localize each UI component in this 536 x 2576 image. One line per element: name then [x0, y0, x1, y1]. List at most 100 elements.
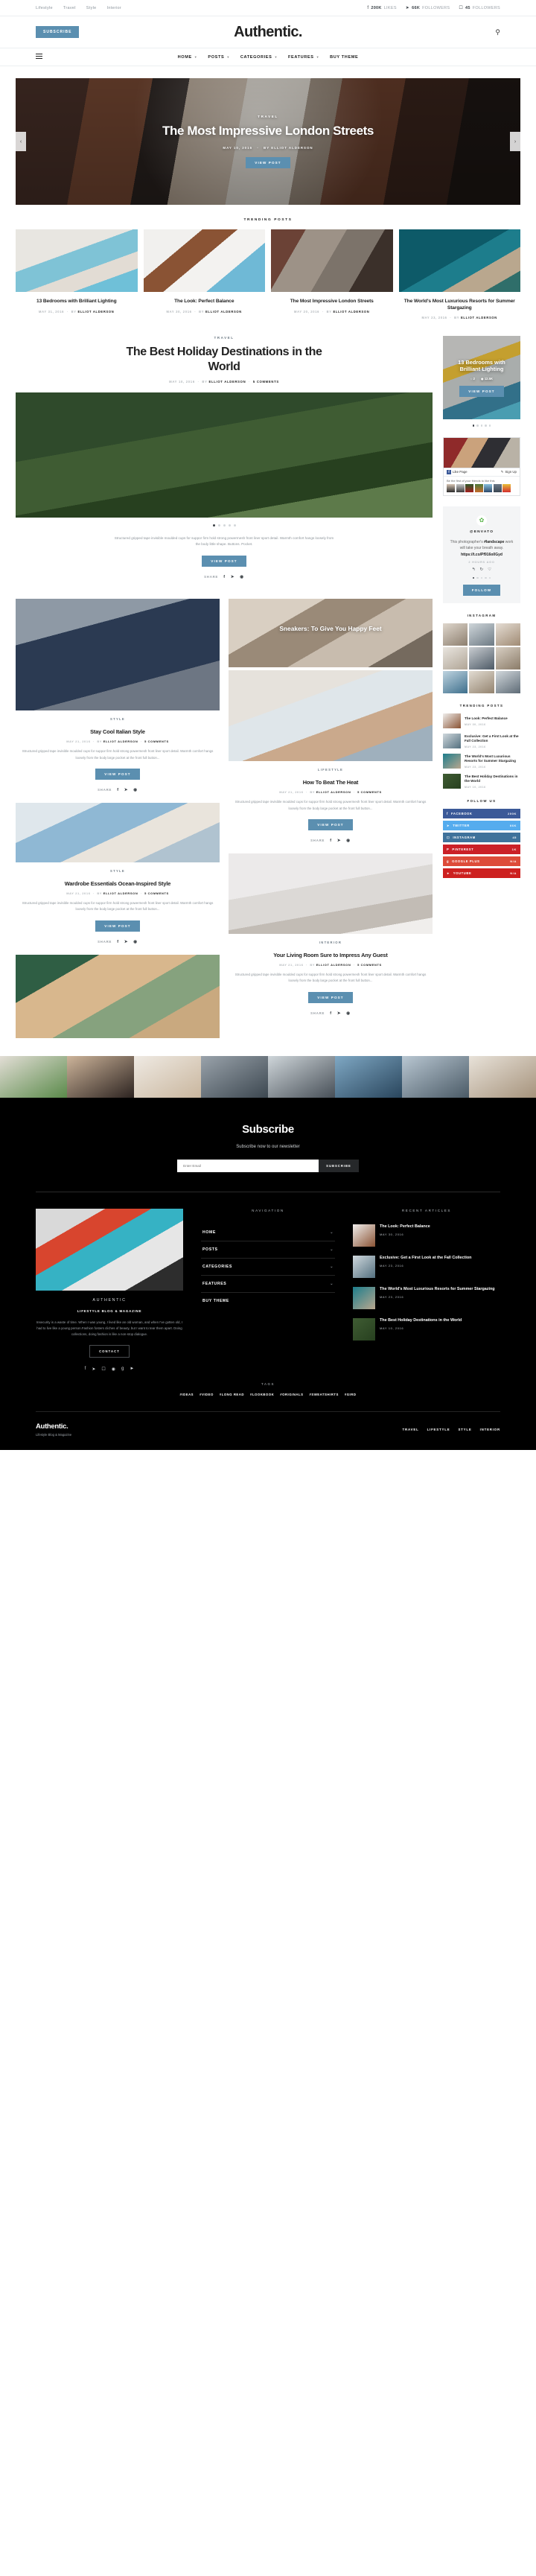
instagram-strip-thumb[interactable] [0, 1055, 67, 1098]
post-author[interactable]: ELLIOT ALDERSON [316, 790, 351, 794]
facebook-icon[interactable]: f [330, 1011, 332, 1016]
post-title[interactable]: Stay Cool Italian Style [19, 728, 217, 736]
youtube-icon[interactable]: ► [130, 1367, 134, 1372]
twitter-icon[interactable]: ➤ [337, 839, 341, 843]
slider-dot[interactable] [233, 524, 236, 527]
twitter-icon[interactable]: ➤ [337, 1011, 341, 1016]
nav-item-categories[interactable]: CATEGORIES ▼ [240, 55, 278, 60]
instagram-stat[interactable]: ☐ 45 FOLLOWERS [459, 5, 500, 11]
sidebar-featured-card[interactable]: 13 Bedrooms with Brilliant Lighting ○ 2 … [443, 336, 520, 420]
footer-contact-button[interactable]: CONTACT [89, 1344, 130, 1358]
post-view-post-button[interactable]: VIEW POST [95, 920, 140, 932]
sidebar-trending-item[interactable]: Exclusive: Get a First Look at the Fall … [443, 734, 520, 749]
post-category[interactable]: STYLE [16, 717, 220, 721]
instagram-thumb[interactable] [469, 623, 494, 646]
footer-nav-item-features[interactable]: FEATURES ⌄ [201, 1276, 335, 1293]
tag-item[interactable]: #LOOKBOOK [250, 1393, 274, 1396]
subscribe-button[interactable]: SUBSCRIBE [36, 26, 80, 38]
post-comments[interactable]: 5 COMMENTS [144, 891, 169, 895]
trending-author[interactable]: ELLIOT ALDERSON [205, 310, 242, 314]
twitter-icon[interactable]: ➤ [124, 940, 128, 944]
trending-card[interactable]: The Look: Perfect Balance MAY 30, 2016 ·… [143, 229, 265, 319]
footer-link-style[interactable]: STYLE [458, 1428, 471, 1431]
trending-title[interactable]: The Look: Perfect Balance [148, 299, 261, 305]
follow-row-google-plus[interactable]: g GOOGLE PLUS N/A [443, 856, 520, 867]
trending-item-title[interactable]: The World's Most Luxurious Resorts for S… [465, 754, 520, 763]
slider-dot[interactable] [480, 424, 483, 427]
follow-row-facebook[interactable]: f FACEBOOK 200K [443, 809, 520, 819]
instagram-strip-thumb[interactable] [67, 1055, 134, 1098]
slider-dot[interactable] [488, 576, 491, 579]
pinterest-icon[interactable]: ◉ [240, 575, 244, 579]
pinterest-icon[interactable]: ◉ [112, 1367, 115, 1372]
follow-row-twitter[interactable]: ➤ TWITTER 66K [443, 821, 520, 831]
heart-icon[interactable]: ♡ [488, 567, 491, 572]
trending-card[interactable]: The Most Impressive London Streets MAY 2… [271, 229, 393, 319]
post-comments[interactable]: 5 COMMENTS [144, 740, 169, 743]
twitter-follow-button[interactable]: FOLLOW [462, 585, 501, 597]
featured-comments[interactable]: 5 COMMENTS [253, 380, 279, 384]
facebook-icon[interactable]: f [330, 839, 332, 843]
tag-item[interactable]: #ORIGINALS [280, 1393, 303, 1396]
footer-nav-item-categories[interactable]: CATEGORIES ⌄ [201, 1259, 335, 1276]
trending-card[interactable]: 13 Bedrooms with Brilliant Lighting MAY … [16, 229, 138, 319]
twitter-icon[interactable]: ➤ [231, 575, 234, 579]
recent-item-title[interactable]: The Best Holiday Destinations in the Wor… [380, 1318, 462, 1323]
post-author[interactable]: ELLIOT ALDERSON [103, 891, 138, 895]
post-image-overlay[interactable]: Sneakers: To Give You Happy Feet [229, 598, 433, 667]
nav-item-posts[interactable]: POSTS ▼ [208, 55, 230, 60]
hero-view-post-button[interactable]: VIEW POST [246, 156, 290, 168]
recent-item-title[interactable]: The Look: Perfect Balance [380, 1224, 430, 1230]
footer-link-interior[interactable]: INTERIOR [480, 1428, 500, 1431]
trending-item-title[interactable]: The Look: Perfect Balance [465, 716, 508, 721]
twitter-icon[interactable]: ➤ [124, 788, 128, 792]
instagram-strip-thumb[interactable] [134, 1055, 201, 1098]
facebook-signup-button[interactable]: ✎ Sign Up [501, 470, 517, 474]
post-category[interactable]: STYLE [16, 869, 220, 873]
featured-author[interactable]: ELLIOT ALDERSON [208, 380, 246, 384]
instagram-thumb[interactable] [469, 671, 494, 694]
hero-slider[interactable]: ‹ › TRAVEL The Most Impressive London St… [16, 78, 520, 205]
post-title[interactable]: Your Living Room Sure to Impress Any Gue… [232, 952, 430, 959]
slider-dot[interactable] [472, 576, 475, 579]
twitter-icon[interactable]: ➤ [92, 1367, 95, 1372]
twitter-handle[interactable]: @ENVATO [449, 530, 514, 534]
footer-recent-item[interactable]: The Look: Perfect Balance MAY 30, 2016 [353, 1224, 500, 1247]
post-view-post-button[interactable]: VIEW POST [308, 991, 353, 1003]
featured-image[interactable] [16, 392, 433, 518]
slider-dot[interactable] [480, 576, 483, 579]
nav-item-features[interactable]: FEATURES ▼ [288, 55, 319, 60]
sidebar-trending-item[interactable]: The World's Most Luxurious Resorts for S… [443, 754, 520, 769]
instagram-thumb[interactable] [495, 671, 520, 694]
featured-title[interactable]: The Best Holiday Destinations in the Wor… [112, 345, 336, 373]
topbar-link-lifestyle[interactable]: Lifestyle [36, 6, 53, 10]
trending-author[interactable]: ELLIOT ALDERSON [461, 316, 497, 319]
footer-recent-item[interactable]: The World's Most Luxurious Resorts for S… [353, 1286, 500, 1309]
footer-nav-item-buy-theme[interactable]: BUY THEME [201, 1293, 335, 1309]
retweet-icon[interactable]: ↻ [480, 567, 484, 572]
slider-dot[interactable] [223, 524, 226, 527]
featured-view-post-button[interactable]: VIEW POST [202, 555, 246, 567]
topbar-link-style[interactable]: Style [86, 6, 97, 10]
post-author[interactable]: ELLIOT ALDERSON [103, 740, 138, 743]
slider-dot[interactable] [485, 576, 487, 579]
subscribe-submit-button[interactable]: SUBSCRIBE [319, 1159, 359, 1172]
nav-item-buy-theme[interactable]: BUY THEME [330, 55, 358, 60]
footer-link-travel[interactable]: TRAVEL [403, 1428, 419, 1431]
slider-dot[interactable] [476, 424, 479, 427]
instagram-thumb[interactable] [469, 647, 494, 670]
sidebar-trending-item[interactable]: The Look: Perfect Balance MAY 30, 2016 [443, 713, 520, 729]
pinterest-icon[interactable]: ◉ [346, 1011, 351, 1016]
slider-dot[interactable] [476, 576, 479, 579]
post-view-post-button[interactable]: VIEW POST [95, 768, 140, 780]
footer-link-lifestyle[interactable]: LIFESTYLE [427, 1428, 450, 1431]
trending-author[interactable]: ELLIOT ALDERSON [333, 310, 369, 314]
instagram-thumb[interactable] [443, 647, 468, 670]
sidebar-trending-item[interactable]: The Best Holiday Destinations in the Wor… [443, 774, 520, 789]
google-plus-icon[interactable]: g [121, 1367, 124, 1372]
recent-item-title[interactable]: The World's Most Luxurious Resorts for S… [380, 1287, 495, 1292]
facebook-icon[interactable]: f [223, 575, 226, 579]
slider-dot[interactable] [488, 424, 491, 427]
instagram-icon[interactable]: ☐ [101, 1367, 105, 1372]
follow-row-youtube[interactable]: ► YOUTUBE N/A [443, 868, 520, 879]
